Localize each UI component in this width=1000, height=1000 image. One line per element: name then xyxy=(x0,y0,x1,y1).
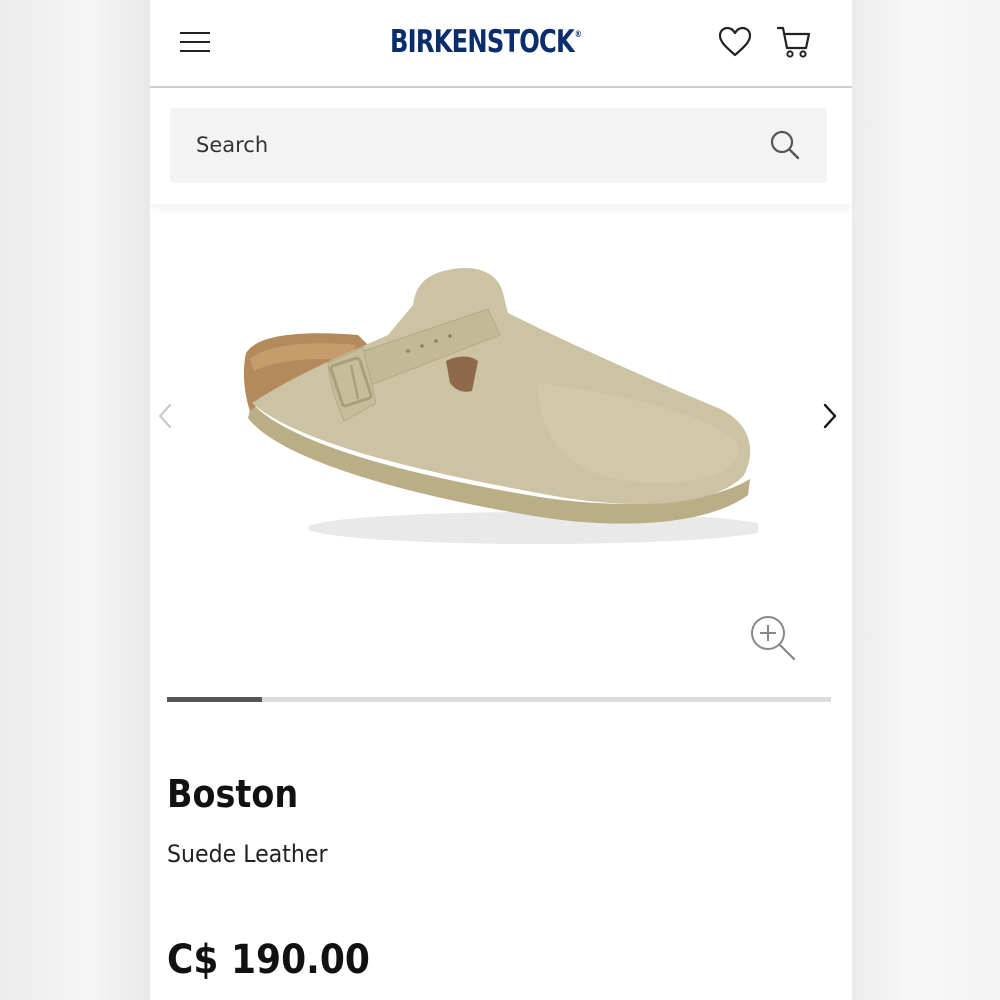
product-gallery xyxy=(150,225,852,695)
registered-mark: ® xyxy=(574,30,582,40)
product-price: C$ 190.00 xyxy=(167,937,370,983)
chevron-left-icon[interactable] xyxy=(155,401,175,431)
heart-icon[interactable] xyxy=(718,26,752,58)
background-right xyxy=(852,0,1000,1000)
product-image[interactable] xyxy=(238,243,758,563)
background-left xyxy=(0,0,150,1000)
brand-logo-text: BIRKENSTOCK xyxy=(390,24,575,60)
search-icon[interactable] xyxy=(768,128,802,162)
product-title: Boston xyxy=(167,772,299,816)
product-material: Suede Leather xyxy=(167,840,328,868)
header: BIRKENSTOCK® xyxy=(150,0,852,88)
gallery-progress-indicator xyxy=(167,697,262,702)
brand-logo[interactable]: BIRKENSTOCK® xyxy=(390,24,582,64)
chevron-right-icon[interactable] xyxy=(820,401,840,431)
hamburger-menu-icon[interactable] xyxy=(180,30,210,54)
zoom-in-icon[interactable] xyxy=(748,613,798,663)
search-box[interactable] xyxy=(170,108,827,183)
search-bar-area xyxy=(150,88,852,204)
gallery-progress-bar[interactable] xyxy=(167,697,831,702)
product-page: BIRKENSTOCK® Search Boston Suede Leather… xyxy=(150,0,852,1000)
cart-icon[interactable] xyxy=(776,24,812,60)
search-input[interactable] xyxy=(196,128,756,162)
